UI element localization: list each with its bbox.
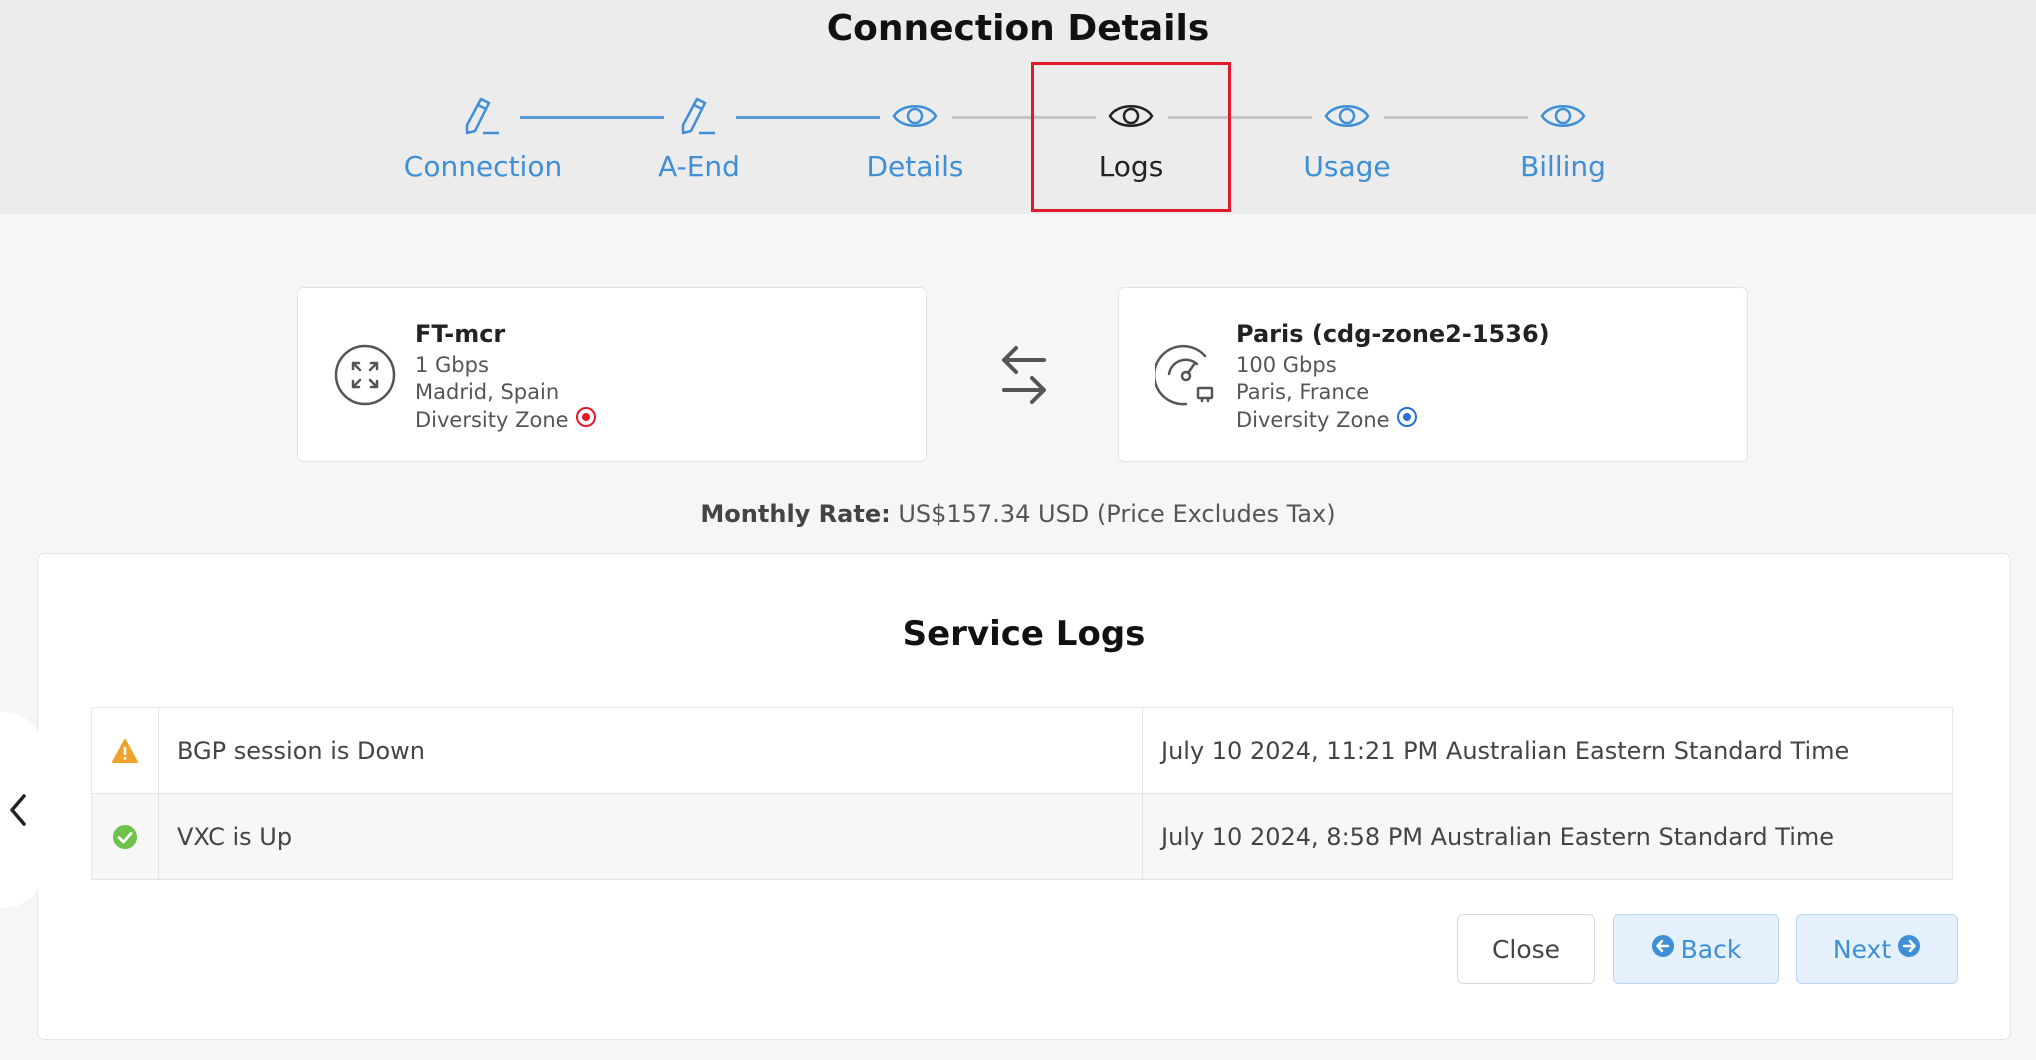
check-circle-icon: [92, 794, 159, 879]
monthly-rate: Monthly Rate: US$157.34 USD (Price Exclu…: [0, 500, 2036, 528]
service-logs-table: BGP session is Down July 10 2024, 11:21 …: [91, 707, 1953, 880]
a-end-location: Madrid, Spain: [415, 380, 560, 404]
back-button[interactable]: Back: [1613, 914, 1779, 984]
close-button[interactable]: Close: [1457, 914, 1595, 984]
step-label: Details: [866, 150, 964, 183]
log-timestamp: July 10 2024, 8:58 PM Australian Eastern…: [1161, 822, 1835, 851]
step-connection[interactable]: Connection: [383, 92, 583, 183]
step-usage[interactable]: Usage: [1247, 92, 1447, 183]
step-billing[interactable]: Billing: [1463, 92, 1663, 183]
service-logs-panel: Service Logs BGP session is Down July 10…: [37, 553, 2011, 1040]
active-step-highlight: [1031, 62, 1231, 212]
b-end-speed: 100 Gbps: [1236, 353, 1337, 377]
b-end-card[interactable]: Paris (cdg-zone2-1536) 100 Gbps Paris, F…: [1118, 287, 1748, 462]
service-logs-title: Service Logs: [902, 614, 1146, 654]
step-label: Usage: [1303, 150, 1391, 183]
arrow-left-circle-icon: [1651, 934, 1675, 964]
monthly-rate-label: Monthly Rate:: [700, 500, 891, 528]
speedometer-port-icon: [1152, 344, 1217, 406]
pencil-icon: [383, 92, 583, 140]
log-message: VXC is Up: [159, 794, 1143, 879]
sidebar-collapse-tab[interactable]: [0, 712, 44, 908]
arrow-right-circle-icon: [1897, 934, 1921, 964]
step-label: A-End: [658, 150, 740, 183]
a-end-name: FT-mcr: [415, 320, 506, 348]
pencil-icon: [599, 92, 799, 140]
b-end-location: Paris, France: [1236, 380, 1370, 404]
diversity-zone-blue-icon: [1396, 406, 1418, 435]
step-label: Connection: [403, 150, 563, 183]
a-end-card[interactable]: FT-mcr 1 Gbps Madrid, Spain Diversity Zo…: [297, 287, 927, 462]
step-label: Billing: [1520, 150, 1606, 183]
table-row: VXC is Up July 10 2024, 8:58 PM Australi…: [92, 794, 1952, 880]
close-button-label: Close: [1491, 934, 1561, 964]
step-details[interactable]: Details: [815, 92, 1015, 183]
mcr-router-icon: [334, 344, 396, 406]
eye-icon: [815, 92, 1015, 140]
a-end-diversity-label: Diversity Zone: [415, 408, 569, 432]
next-button[interactable]: Next: [1796, 914, 1958, 984]
stepper: Connection A-End Details Logs Usage Bill…: [0, 0, 2036, 214]
eye-icon: [1463, 92, 1663, 140]
a-end-speed: 1 Gbps: [415, 353, 489, 377]
log-message: BGP session is Down: [159, 708, 1143, 793]
warning-icon: [92, 708, 159, 793]
back-button-label: Back: [1680, 934, 1742, 964]
swap-arrows-icon: [996, 340, 1052, 410]
log-timestamp: July 10 2024, 11:21 PM Australian Easter…: [1161, 736, 1850, 765]
chevron-left-icon: [8, 792, 30, 832]
diversity-zone-red-icon: [575, 406, 597, 435]
b-end-name: Paris (cdg-zone2-1536): [1236, 320, 1550, 348]
table-row: BGP session is Down July 10 2024, 11:21 …: [92, 708, 1952, 794]
step-a-end[interactable]: A-End: [599, 92, 799, 183]
eye-icon: [1247, 92, 1447, 140]
b-end-diversity-label: Diversity Zone: [1236, 408, 1390, 432]
next-button-label: Next: [1832, 934, 1892, 964]
monthly-rate-value: US$157.34 USD (Price Excludes Tax): [898, 500, 1336, 528]
